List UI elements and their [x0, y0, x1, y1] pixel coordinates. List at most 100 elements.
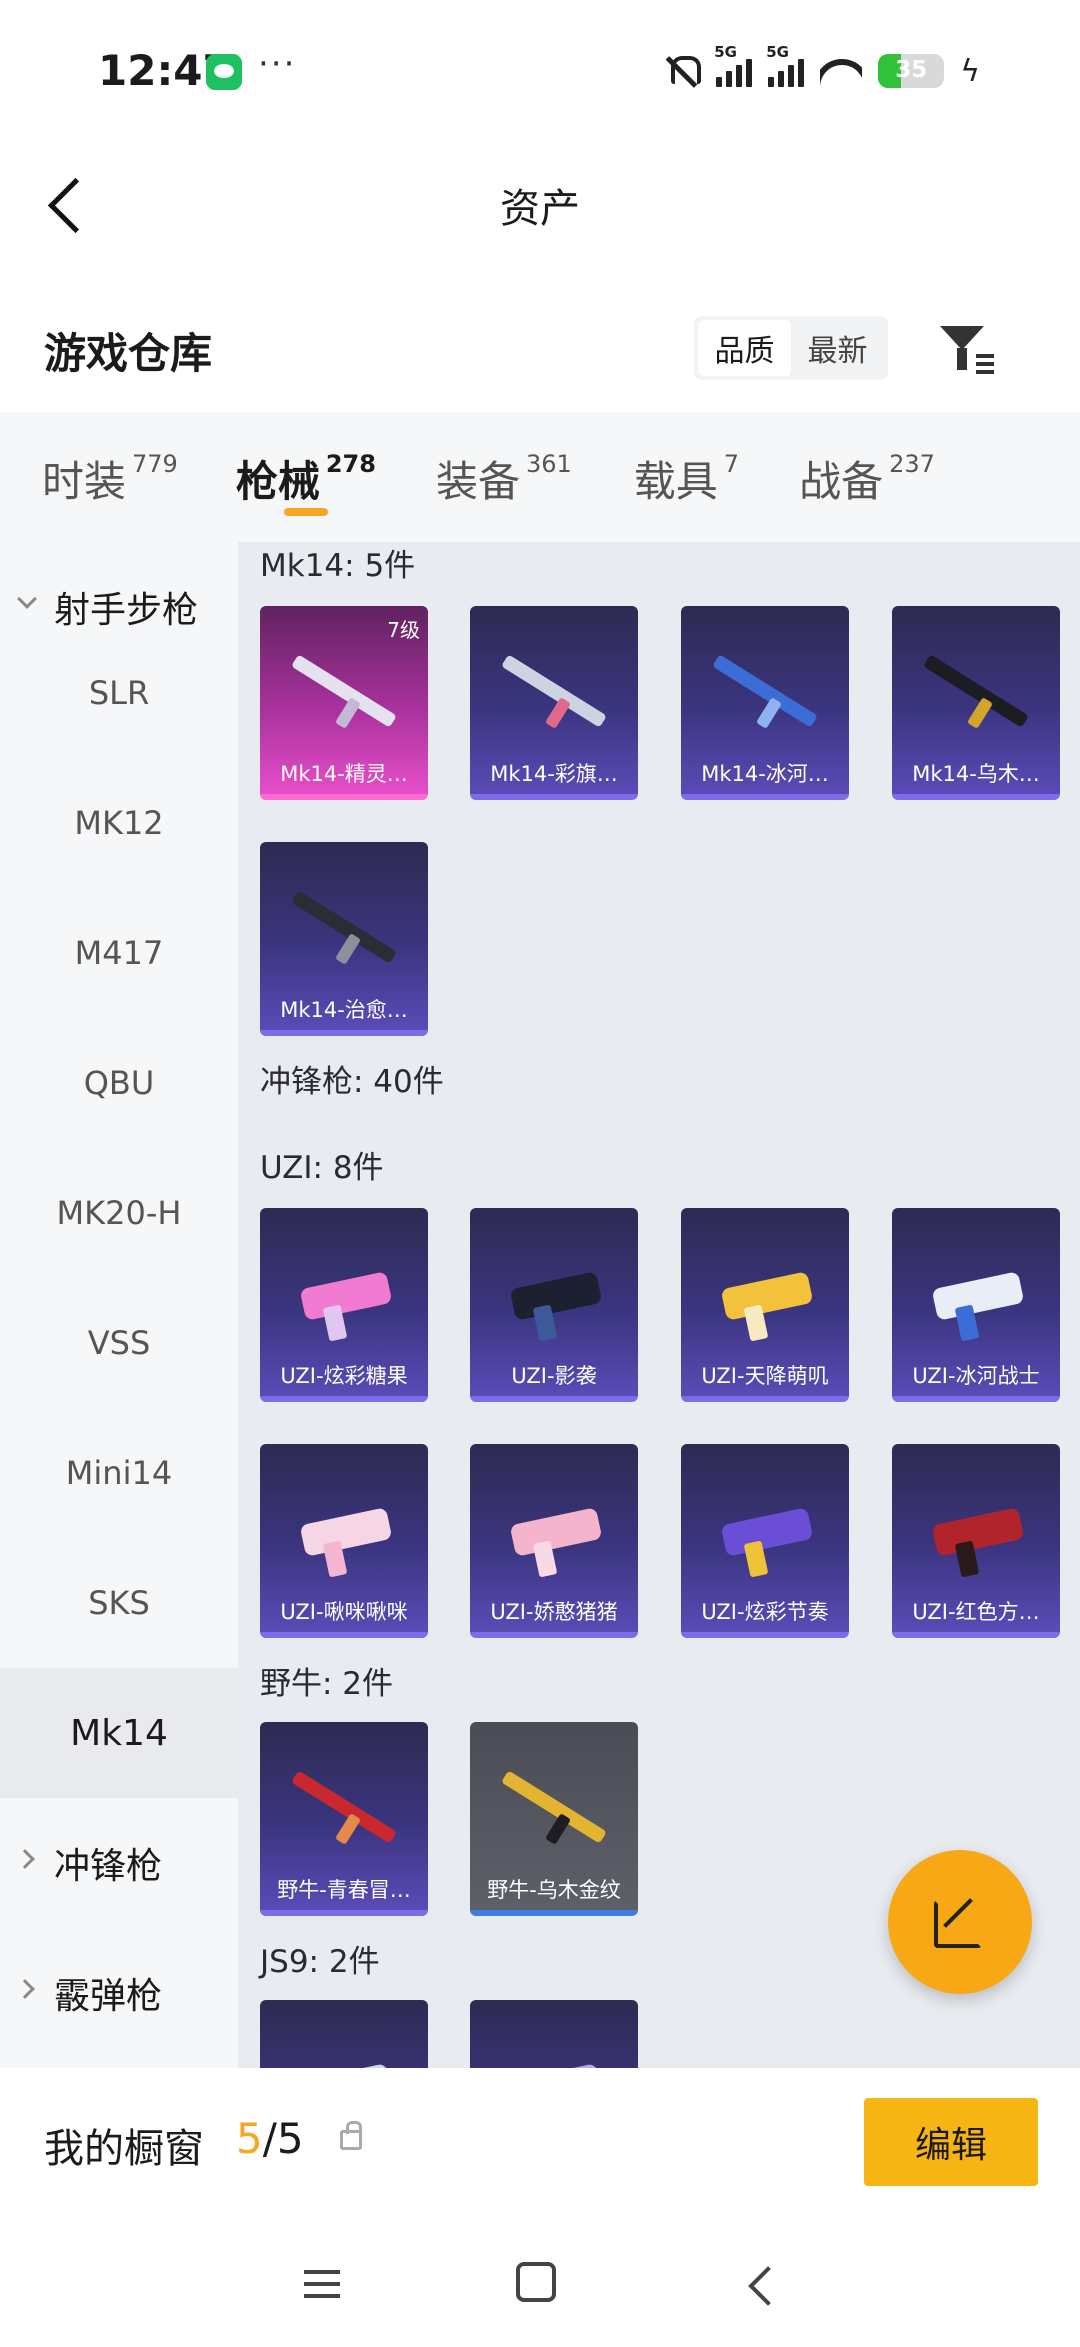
smg-icon — [286, 1492, 402, 1578]
skin-card[interactable]: Mk14-乌木… — [892, 606, 1060, 800]
rifle-icon — [707, 654, 823, 740]
skin-name: Mk14-冰河… — [701, 762, 829, 786]
item-grid: Mk14: 5件 7级 Mk14-精灵… Mk14-彩旗… Mk14-冰河… M… — [238, 542, 1080, 2068]
showcase-count: 5/5 — [236, 2114, 304, 2163]
sort-toggle: 品质 最新 — [694, 316, 888, 380]
smg-icon — [286, 1256, 402, 1342]
smg-icon — [496, 2048, 612, 2068]
skin-card[interactable]: Mk14-彩旗… — [470, 606, 638, 800]
skin-name: Mk14-治愈… — [280, 998, 408, 1022]
skin-card[interactable]: Mk14-冰河… — [681, 606, 849, 800]
section-header-bison: 野牛: 2件 — [260, 1666, 394, 1702]
sidebar-item-mk20h[interactable]: MK20-H — [0, 1148, 238, 1278]
skin-card[interactable]: UZI-娇憨猪猪 — [470, 1444, 638, 1638]
filter-icon[interactable] — [936, 320, 996, 380]
share-export-button[interactable] — [888, 1850, 1032, 1994]
sidebar-item-mini14[interactable]: Mini14 — [0, 1408, 238, 1538]
skin-name: Mk14-乌木… — [912, 762, 1040, 786]
tab-vehicles[interactable]: 载具 7 — [634, 412, 739, 542]
smg-icon — [496, 1770, 612, 1856]
edit-button[interactable]: 编辑 — [864, 2098, 1038, 2186]
skin-name: UZI-影袭 — [511, 1364, 597, 1388]
chevron-down-icon — [17, 589, 37, 609]
wifi-icon — [820, 55, 862, 87]
sort-newest-button[interactable]: 最新 — [791, 320, 884, 376]
status-bar: 12:47 ··· 5G 5G 35 ϟ — [0, 0, 1080, 140]
rifle-icon — [918, 654, 1034, 740]
skin-card[interactable] — [260, 2000, 428, 2068]
showcase-label: 我的橱窗 — [44, 2126, 204, 2172]
mute-bell-icon — [664, 54, 702, 88]
skin-card[interactable]: UZI-啾咪啾咪 — [260, 1444, 428, 1638]
signal-icon-1: 5G — [714, 43, 753, 87]
tab-count: 779 — [132, 450, 178, 478]
page-title: 资产 — [500, 186, 580, 232]
sidebar-group-smg[interactable]: 冲锋枪 — [0, 1798, 238, 1928]
smg-icon — [286, 2048, 402, 2068]
smg-icon — [496, 1256, 612, 1342]
chevron-right-icon — [15, 1979, 35, 1999]
sidebar-item-mk12[interactable]: MK12 — [0, 758, 238, 888]
lock-icon — [340, 2121, 362, 2150]
sidebar-item-mk14[interactable]: Mk14 — [0, 1668, 238, 1798]
tab-supplies[interactable]: 战备 237 — [799, 412, 935, 542]
sidebar-item-slr[interactable]: SLR — [0, 628, 238, 758]
rifle-icon — [496, 654, 612, 740]
skin-name: UZI-炫彩节奏 — [701, 1600, 829, 1624]
sidebar-item-sks[interactable]: SKS — [0, 1538, 238, 1668]
sidebar-item-qbu[interactable]: QBU — [0, 1018, 238, 1148]
skin-card[interactable]: Mk14-治愈… — [260, 842, 428, 1036]
tab-count: 7 — [723, 450, 740, 478]
smg-icon — [918, 1492, 1034, 1578]
smg-icon — [496, 1492, 612, 1578]
tab-count: 361 — [525, 450, 572, 478]
tab-count: 237 — [889, 450, 935, 478]
rifle-icon — [286, 890, 402, 976]
skin-card[interactable]: 野牛-乌木金纹 — [470, 1722, 638, 1916]
section-header-js9: JS9: 2件 — [260, 1944, 380, 1980]
skin-card[interactable]: 7级 Mk14-精灵… — [260, 606, 428, 800]
skin-name: UZI-啾咪啾咪 — [280, 1600, 408, 1624]
tab-firearms[interactable]: 枪械 278 — [236, 412, 376, 542]
wechat-notification-icon — [206, 54, 242, 90]
skin-card[interactable]: UZI-冰河战士 — [892, 1208, 1060, 1402]
sidebar-item-vss[interactable]: VSS — [0, 1278, 238, 1408]
weapon-type-sidebar: 射手步枪 SLR MK12 M417 QBU MK20-H VSS Mini14… — [0, 542, 238, 2068]
smg-icon — [286, 1770, 402, 1856]
battery-icon: 35 — [878, 54, 945, 88]
recent-apps-icon[interactable] — [302, 2264, 342, 2304]
tab-fashion[interactable]: 时装 779 — [42, 412, 178, 542]
skin-name: Mk14-彩旗… — [490, 762, 618, 786]
app-header: 资产 — [0, 140, 1080, 270]
rifle-icon — [286, 654, 402, 740]
chevron-right-icon — [15, 1849, 35, 1869]
skin-card[interactable]: UZI-炫彩节奏 — [681, 1444, 849, 1638]
skin-card[interactable]: UZI-影袭 — [470, 1208, 638, 1402]
sidebar-group-shotgun[interactable]: 霰弹枪 — [0, 1928, 238, 2058]
category-tabs: 时装 779 枪械 278 装备 361 载具 7 战备 237 — [0, 412, 1080, 542]
skin-card[interactable]: UZI-红色方… — [892, 1444, 1060, 1638]
system-back-icon[interactable] — [740, 2264, 780, 2304]
skin-name: UZI-冰河战士 — [912, 1364, 1040, 1388]
sidebar-item-m417[interactable]: M417 — [0, 888, 238, 1018]
section-header-uzi: UZI: 8件 — [260, 1150, 384, 1186]
home-icon[interactable] — [516, 2262, 556, 2302]
tab-count: 278 — [325, 450, 376, 478]
skin-name: UZI-娇憨猪猪 — [490, 1600, 618, 1624]
tab-equipment[interactable]: 装备 361 — [436, 412, 572, 542]
skin-card[interactable] — [470, 2000, 638, 2068]
skin-name: 野牛-青春冒… — [277, 1878, 411, 1902]
warehouse-title: 游戏仓库 — [44, 329, 213, 378]
battery-percent: 35 — [895, 57, 928, 83]
sort-quality-button[interactable]: 品质 — [698, 320, 791, 376]
charging-bolt-icon: ϟ — [960, 53, 980, 89]
skin-name: UZI-天降萌叽 — [701, 1364, 829, 1388]
skin-name: Mk14-精灵… — [280, 762, 408, 786]
skin-card[interactable]: UZI-炫彩糖果 — [260, 1208, 428, 1402]
skin-card[interactable]: 野牛-青春冒… — [260, 1722, 428, 1916]
skin-name: UZI-炫彩糖果 — [280, 1364, 408, 1388]
section-header-mk14: Mk14: 5件 — [260, 548, 416, 584]
showcase-bar: 我的橱窗 5/5 编辑 — [0, 2068, 1080, 2228]
skin-card[interactable]: UZI-天降萌叽 — [681, 1208, 849, 1402]
system-nav-bar — [0, 2228, 1080, 2347]
